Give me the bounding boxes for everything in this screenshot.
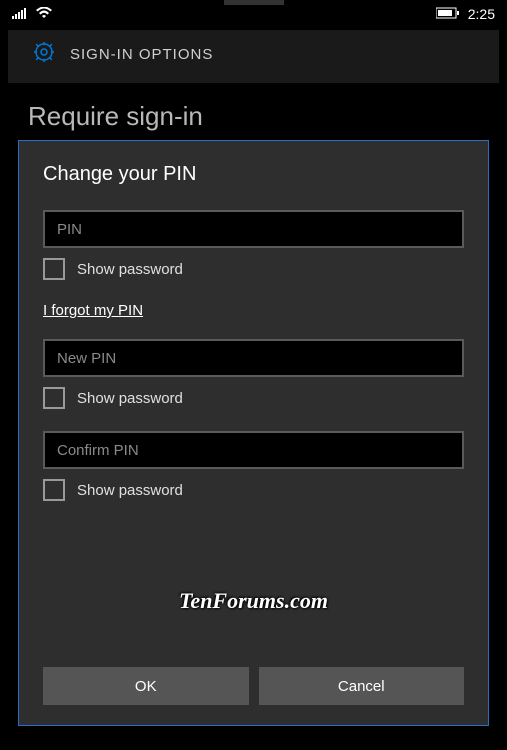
signal-icon bbox=[12, 6, 28, 22]
page-header: SIGN-IN OPTIONS bbox=[8, 30, 499, 83]
battery-icon bbox=[436, 6, 460, 22]
status-time: 2:25 bbox=[468, 6, 495, 22]
dialog-title: Change your PIN bbox=[43, 163, 464, 186]
ok-button[interactable]: OK bbox=[43, 667, 249, 705]
change-pin-dialog: Change your PIN Show password I forgot m… bbox=[18, 140, 489, 726]
show-password-checkbox-1[interactable] bbox=[43, 258, 65, 280]
wifi-icon bbox=[36, 6, 52, 22]
show-password-checkbox-3[interactable] bbox=[43, 479, 65, 501]
show-password-checkbox-2[interactable] bbox=[43, 387, 65, 409]
gear-icon bbox=[32, 40, 56, 69]
pin-input[interactable] bbox=[43, 210, 464, 248]
page-title: SIGN-IN OPTIONS bbox=[70, 46, 213, 63]
show-password-label-1: Show password bbox=[77, 261, 183, 278]
new-pin-group: Show password bbox=[43, 339, 464, 409]
show-password-label-2: Show password bbox=[77, 390, 183, 407]
current-pin-group: Show password bbox=[43, 210, 464, 280]
dialog-buttons: OK Cancel bbox=[43, 667, 464, 705]
forgot-pin-link[interactable]: I forgot my PIN bbox=[43, 302, 464, 319]
cancel-button[interactable]: Cancel bbox=[259, 667, 465, 705]
top-notch bbox=[224, 0, 284, 5]
confirm-pin-input[interactable] bbox=[43, 431, 464, 469]
confirm-pin-group: Show password bbox=[43, 431, 464, 501]
new-pin-input[interactable] bbox=[43, 339, 464, 377]
section-title: Require sign-in bbox=[0, 83, 507, 140]
show-password-label-3: Show password bbox=[77, 482, 183, 499]
